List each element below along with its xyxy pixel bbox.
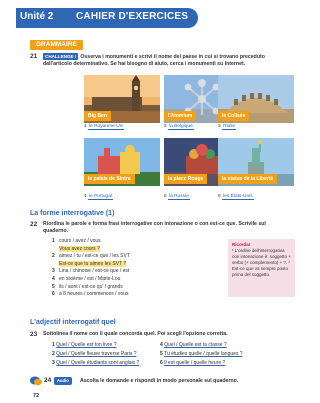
list-item: 6à 8 heures / commences / vous — [52, 291, 129, 298]
photo-colisee: le Colisée — [218, 75, 294, 123]
list-item: 4 en sixième / est / Marie-Lou — [52, 275, 121, 282]
exercise-24-number: 24 — [44, 377, 52, 384]
exercise-22-instruction: Riordina le parole e forma frasi interro… — [43, 221, 266, 234]
page-number: 72 — [33, 393, 40, 399]
photo-caption: l'Atomium — [164, 111, 197, 121]
photo-caption: Big Ben — [84, 111, 111, 121]
exercise-22-list: 1 cours / avez / vous Vous avez cours ? 2… — [52, 238, 222, 299]
photo-caption: le palais de Sintra — [84, 174, 135, 184]
answer-6: 6 les États-Unis — [218, 194, 254, 200]
exercise-24-instruction: Ascolta le domande e rispondi in modo pe… — [80, 378, 239, 384]
exercise-23-item: 2 Quel / Quelle fleuve traverse Paris ? — [52, 351, 137, 357]
photo-big-ben: Big Ben — [84, 75, 160, 123]
exercise-21-instruction-line1: Osserva i monumenti e scrivi il nome del… — [80, 54, 265, 60]
exercise-23-item: 3 Quel / Quelle étudiants sont anglais ? — [52, 360, 140, 366]
grammar-label: GRAMMAIRE — [30, 40, 83, 50]
photo-caption: la statue de la Liberté — [218, 174, 278, 184]
audio-chip[interactable]: Audio — [54, 377, 72, 385]
exercise-21-instruction-line2: dall'articolo determinativo. Se hai biso… — [43, 61, 246, 67]
photo-statue-liberte: la statue de la Liberté — [218, 138, 294, 186]
exercise-21-instruction: CHALLENGE ! Osserva i monumenti e scrivi … — [43, 53, 293, 68]
answer-1: 1 le Royaume-Uni — [84, 124, 125, 130]
heading-interrogative: La forme interrogative (1) — [30, 210, 115, 217]
list-item: 1 cours / avez / vous — [52, 238, 101, 244]
exercise-23-item: 5 Tu étudies quelle / quelle langues ? — [160, 351, 243, 357]
exercise-23-item: 6 Il est quelle / quelle heure ? — [160, 360, 226, 366]
list-item: 3 Lina / chinoise / est-ce que / est — [52, 268, 130, 275]
exercise-23-item: 1 Quel / Quelle est ton livre ? — [52, 342, 117, 348]
list-item-answer: Vous avez cours ? — [59, 245, 100, 252]
exercise-23-instruction: Sottolinea il nome con il quale concorda… — [43, 331, 228, 337]
list-item: 5 ils / aont / est-ce qu' / grands — [52, 283, 123, 290]
exercise-23-number: 23 — [30, 331, 38, 338]
exercise-22-number: 22 — [30, 221, 38, 228]
answer-5: 5 la Russie — [164, 194, 190, 200]
unit-label: Unité 2 — [20, 11, 54, 22]
heading-adjective: L'adjectif interrogatif quel — [30, 319, 116, 326]
exercise-23-item: 4 Quel / Quelle est ta classe ? — [160, 342, 227, 348]
chat-bubbles-icon — [30, 376, 42, 386]
list-item-answer: Est-ce que tu aimes les SVT ? — [59, 260, 127, 267]
reminder-note: Ricorda! ¹ L'ordine dell'interrogativa c… — [228, 239, 295, 297]
page-header: Unité 2 CAHIER D'EXERCICES — [0, 0, 300, 30]
answer-2: 2 la Belgique — [164, 124, 194, 130]
list-item: 2 aimez / tu / est-ce que / les SVT — [52, 253, 130, 260]
photo-caption: la place Rouge — [164, 174, 208, 184]
photo-caption: le Colisée — [218, 111, 250, 121]
exercise-21-number: 21 — [30, 53, 38, 60]
answer-3: 3 l'Italie — [218, 124, 237, 130]
photo-palais-de-sintra: le palais de Sintra — [84, 138, 160, 186]
section-title: CAHIER D'EXERCICES — [76, 11, 189, 22]
challenge-badge: CHALLENGE ! — [43, 53, 79, 60]
answer-4: 4 le Portugal — [84, 194, 113, 200]
